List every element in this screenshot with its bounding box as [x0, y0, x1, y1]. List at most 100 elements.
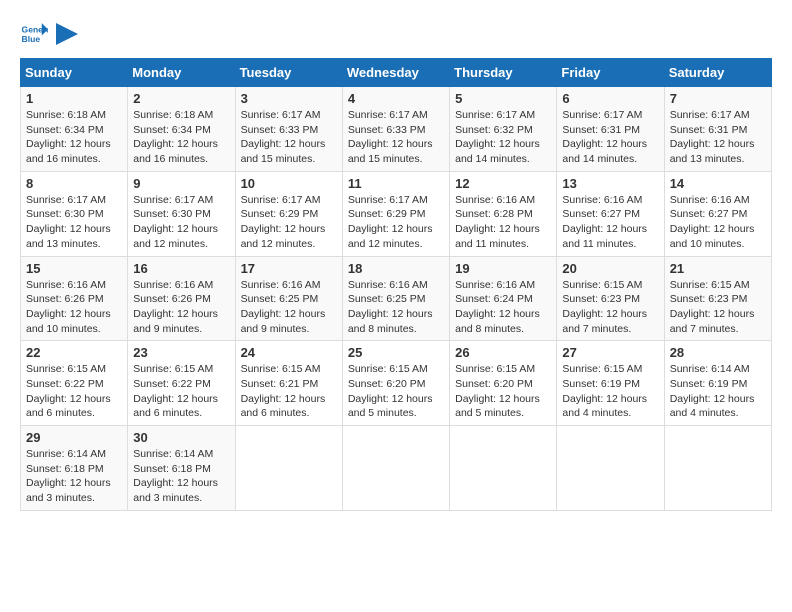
- calendar-cell: 13 Sunrise: 6:16 AMSunset: 6:27 PMDayligh…: [557, 171, 664, 256]
- day-number: 18: [348, 261, 444, 276]
- header-wednesday: Wednesday: [342, 59, 449, 87]
- calendar-table: Sunday Monday Tuesday Wednesday Thursday…: [20, 58, 772, 511]
- day-number: 9: [133, 176, 229, 191]
- calendar-cell: 1Sunrise: 6:18 AMSunset: 6:34 PMDaylight…: [21, 87, 128, 172]
- day-info: Sunrise: 6:14 AMSunset: 6:19 PMDaylight:…: [670, 362, 766, 421]
- day-number: 27: [562, 345, 658, 360]
- day-info: Sunrise: 6:17 AMSunset: 6:33 PMDaylight:…: [241, 108, 337, 167]
- day-info: Sunrise: 6:17 AMSunset: 6:29 PMDaylight:…: [241, 193, 337, 252]
- header-friday: Friday: [557, 59, 664, 87]
- day-number: 23: [133, 345, 229, 360]
- calendar-cell: 9 Sunrise: 6:17 AMSunset: 6:30 PMDaylight…: [128, 171, 235, 256]
- calendar-cell: 14 Sunrise: 6:16 AMSunset: 6:27 PMDayligh…: [664, 171, 771, 256]
- day-info: Sunrise: 6:16 AMSunset: 6:27 PMDaylight:…: [562, 193, 658, 252]
- day-info: Sunrise: 6:14 AMSunset: 6:18 PMDaylight:…: [26, 447, 122, 506]
- calendar-cell: 12 Sunrise: 6:16 AMSunset: 6:28 PMDayligh…: [450, 171, 557, 256]
- header-tuesday: Tuesday: [235, 59, 342, 87]
- day-info: Sunrise: 6:16 AMSunset: 6:28 PMDaylight:…: [455, 193, 551, 252]
- day-number: 1: [26, 91, 122, 106]
- day-number: 7: [670, 91, 766, 106]
- day-number: 21: [670, 261, 766, 276]
- calendar-cell: 11 Sunrise: 6:17 AMSunset: 6:29 PMDayligh…: [342, 171, 449, 256]
- calendar-cell: 16 Sunrise: 6:16 AMSunset: 6:26 PMDayligh…: [128, 256, 235, 341]
- calendar-cell: 15 Sunrise: 6:16 AMSunset: 6:26 PMDayligh…: [21, 256, 128, 341]
- calendar-week-row: 22 Sunrise: 6:15 AMSunset: 6:22 PMDayligh…: [21, 341, 772, 426]
- calendar-cell: 18Sunrise: 6:16 AMSunset: 6:25 PMDayligh…: [342, 256, 449, 341]
- calendar-cell: 25 Sunrise: 6:15 AMSunset: 6:20 PMDayligh…: [342, 341, 449, 426]
- calendar-cell: 21 Sunrise: 6:15 AMSunset: 6:23 PMDayligh…: [664, 256, 771, 341]
- day-number: 4: [348, 91, 444, 106]
- calendar-cell: 7 Sunrise: 6:17 AMSunset: 6:31 PMDaylight…: [664, 87, 771, 172]
- day-info: Sunrise: 6:15 AMSunset: 6:21 PMDaylight:…: [241, 362, 337, 421]
- calendar-cell: 5 Sunrise: 6:17 AMSunset: 6:32 PMDaylight…: [450, 87, 557, 172]
- day-info: Sunrise: 6:15 AMSunset: 6:22 PMDaylight:…: [133, 362, 229, 421]
- calendar-cell: [342, 426, 449, 511]
- calendar-cell: 2 Sunrise: 6:18 AMSunset: 6:34 PMDaylight…: [128, 87, 235, 172]
- calendar-cell: [664, 426, 771, 511]
- calendar-cell: 6Sunrise: 6:17 AMSunset: 6:31 PMDaylight…: [557, 87, 664, 172]
- day-number: 11: [348, 176, 444, 191]
- day-info: Sunrise: 6:14 AMSunset: 6:18 PMDaylight:…: [133, 447, 229, 506]
- calendar-cell: 10 Sunrise: 6:17 AMSunset: 6:29 PMDayligh…: [235, 171, 342, 256]
- day-number: 8: [26, 176, 122, 191]
- calendar-week-row: 1 Sunrise: 6:18 AMSunset: 6:34 PMDaylight…: [21, 87, 772, 172]
- calendar-cell: 4 Sunrise: 6:17 AMSunset: 6:33 PMDaylight…: [342, 87, 449, 172]
- day-info: Sunrise: 6:17 AMSunset: 6:30 PMDaylight:…: [133, 193, 229, 252]
- calendar-week-row: 29Sunrise: 6:14 AMSunset: 6:18 PMDayligh…: [21, 426, 772, 511]
- day-info: Sunrise: 6:16 AMSunset: 6:24 PMDaylight:…: [455, 278, 551, 337]
- calendar-cell: 29Sunrise: 6:14 AMSunset: 6:18 PMDayligh…: [21, 426, 128, 511]
- day-info: Sunrise: 6:15 AMSunset: 6:20 PMDaylight:…: [348, 362, 444, 421]
- header-sunday: Sunday: [21, 59, 128, 87]
- day-number: 14: [670, 176, 766, 191]
- svg-text:Blue: Blue: [22, 34, 41, 44]
- day-info: Sunrise: 6:15 AMSunset: 6:23 PMDaylight:…: [562, 278, 658, 337]
- calendar-cell: 26 Sunrise: 6:15 AMSunset: 6:20 PMDayligh…: [450, 341, 557, 426]
- day-number: 30: [133, 430, 229, 445]
- day-info: Sunrise: 6:17 AMSunset: 6:30 PMDaylight:…: [26, 193, 122, 252]
- day-number: 3: [241, 91, 337, 106]
- day-info: Sunrise: 6:17 AMSunset: 6:33 PMDaylight:…: [348, 108, 444, 167]
- day-info: Sunrise: 6:17 AMSunset: 6:32 PMDaylight:…: [455, 108, 551, 167]
- calendar-week-row: 15 Sunrise: 6:16 AMSunset: 6:26 PMDayligh…: [21, 256, 772, 341]
- day-number: 26: [455, 345, 551, 360]
- day-info: Sunrise: 6:16 AMSunset: 6:25 PMDaylight:…: [241, 278, 337, 337]
- day-number: 16: [133, 261, 229, 276]
- calendar-cell: 28 Sunrise: 6:14 AMSunset: 6:19 PMDayligh…: [664, 341, 771, 426]
- day-number: 22: [26, 345, 122, 360]
- calendar-header-row: Sunday Monday Tuesday Wednesday Thursday…: [21, 59, 772, 87]
- day-info: Sunrise: 6:15 AMSunset: 6:20 PMDaylight:…: [455, 362, 551, 421]
- calendar-cell: 27Sunrise: 6:15 AMSunset: 6:19 PMDayligh…: [557, 341, 664, 426]
- calendar-cell: 30 Sunrise: 6:14 AMSunset: 6:18 PMDayligh…: [128, 426, 235, 511]
- calendar-cell: 19 Sunrise: 6:16 AMSunset: 6:24 PMDayligh…: [450, 256, 557, 341]
- day-number: 10: [241, 176, 337, 191]
- day-number: 2: [133, 91, 229, 106]
- calendar-cell: [557, 426, 664, 511]
- logo: General Blue: [20, 20, 78, 48]
- logo-icon: General Blue: [20, 20, 48, 48]
- day-info: Sunrise: 6:16 AMSunset: 6:27 PMDaylight:…: [670, 193, 766, 252]
- calendar-cell: [235, 426, 342, 511]
- day-number: 19: [455, 261, 551, 276]
- day-info: Sunrise: 6:17 AMSunset: 6:29 PMDaylight:…: [348, 193, 444, 252]
- calendar-cell: [450, 426, 557, 511]
- day-info: Sunrise: 6:16 AMSunset: 6:26 PMDaylight:…: [26, 278, 122, 337]
- day-number: 12: [455, 176, 551, 191]
- day-info: Sunrise: 6:15 AMSunset: 6:22 PMDaylight:…: [26, 362, 122, 421]
- calendar-cell: 22 Sunrise: 6:15 AMSunset: 6:22 PMDayligh…: [21, 341, 128, 426]
- day-number: 5: [455, 91, 551, 106]
- calendar-cell: 3 Sunrise: 6:17 AMSunset: 6:33 PMDaylight…: [235, 87, 342, 172]
- day-number: 28: [670, 345, 766, 360]
- header-saturday: Saturday: [664, 59, 771, 87]
- day-info: Sunrise: 6:16 AMSunset: 6:26 PMDaylight:…: [133, 278, 229, 337]
- day-number: 25: [348, 345, 444, 360]
- header-monday: Monday: [128, 59, 235, 87]
- header-thursday: Thursday: [450, 59, 557, 87]
- day-number: 15: [26, 261, 122, 276]
- day-number: 13: [562, 176, 658, 191]
- calendar-cell: 17 Sunrise: 6:16 AMSunset: 6:25 PMDayligh…: [235, 256, 342, 341]
- day-number: 17: [241, 261, 337, 276]
- day-info: Sunrise: 6:15 AMSunset: 6:23 PMDaylight:…: [670, 278, 766, 337]
- calendar-cell: 24Sunrise: 6:15 AMSunset: 6:21 PMDayligh…: [235, 341, 342, 426]
- day-info: Sunrise: 6:17 AMSunset: 6:31 PMDaylight:…: [670, 108, 766, 167]
- day-info: Sunrise: 6:18 AMSunset: 6:34 PMDaylight:…: [133, 108, 229, 167]
